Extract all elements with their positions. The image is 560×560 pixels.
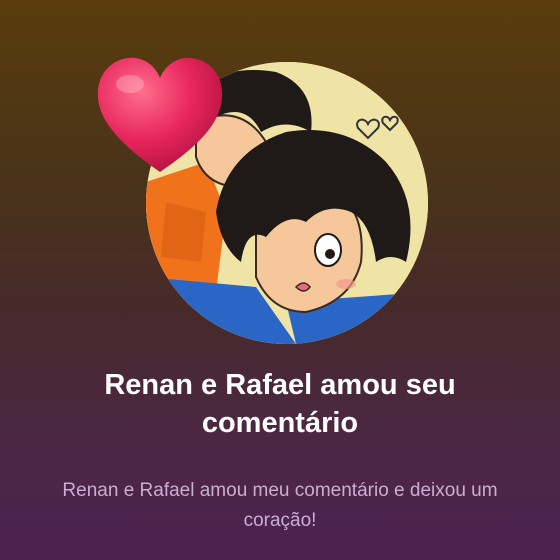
notification-message: Renan e Rafael amou meu comentário e dei…	[62, 480, 498, 531]
heart-icon	[94, 54, 226, 180]
notification-title: Renan e Rafael amou seu comentário	[104, 369, 456, 439]
notification-screen: Renan e Rafael amou seu comentário Renan…	[0, 0, 560, 560]
